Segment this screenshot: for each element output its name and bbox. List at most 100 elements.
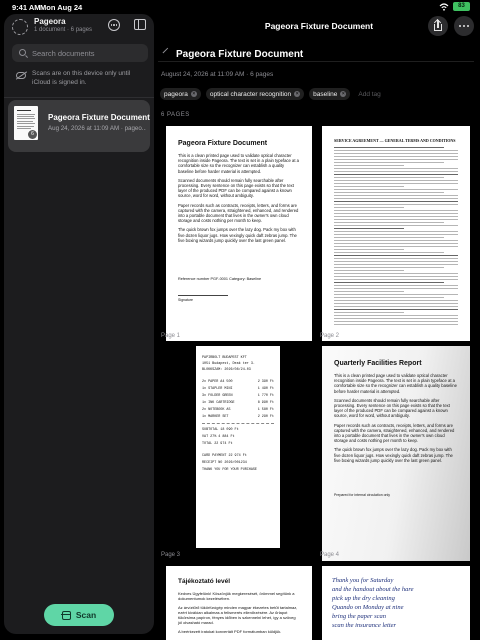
text-line: [334, 288, 458, 289]
page5-heading: Tájékoztató levél: [178, 578, 231, 585]
more-options-icon[interactable]: [108, 19, 120, 31]
remove-tag-icon[interactable]: ×: [294, 91, 301, 97]
search-input[interactable]: [32, 44, 142, 62]
search-field[interactable]: [12, 44, 148, 62]
add-tag-input[interactable]: Add tag: [358, 91, 380, 98]
receipt-item: 2x PAPER A4 500 2 390 Ft: [202, 380, 274, 384]
page-3-label: Page 3: [161, 552, 181, 558]
tag-chip[interactable]: optical character recognition ×: [205, 88, 305, 100]
title-field[interactable]: Pageora Fixture Document: [158, 46, 474, 62]
sidebar-header: Pageora 1 document · 6 pages: [4, 14, 154, 38]
text-line: [334, 237, 444, 238]
page-1-thumbnail[interactable]: Pageora Fixture Document This is a clean…: [166, 126, 312, 341]
tag-label: baseline: [313, 90, 338, 98]
receipt-total: TOTAL 22 974 Ft: [202, 442, 233, 446]
page4-para4: The quick brown fox jumps over the lazy …: [334, 447, 453, 463]
text-line: [334, 210, 458, 211]
receipt-item-price: 8 990 Ft: [257, 401, 274, 405]
document-detail: Pageora Fixture Document Pageora Fixture…: [158, 14, 480, 640]
text-line: [334, 309, 458, 310]
text-line: [334, 216, 458, 217]
sidebar: Pageora 1 document · 6 pages Scans are o…: [4, 14, 154, 634]
page-5-thumbnail[interactable]: Tájékoztató levél Kedves Ügyfelünk! Kösz…: [166, 566, 312, 640]
scan-icon: [60, 610, 71, 620]
text-line: [334, 171, 458, 172]
sidebar-title: Pageora: [34, 17, 66, 26]
receipt-items: 2x PAPER A4 500 2 390 Ft 1x STAPLER MINI 1 …: [202, 380, 274, 419]
text-line: [334, 240, 458, 241]
tag-chip[interactable]: pageora ×: [160, 88, 201, 100]
text-line: [334, 258, 458, 259]
text-line: [334, 228, 404, 229]
page1-para2: Scanned documents should remain fully se…: [178, 177, 294, 199]
page-2-thumbnail[interactable]: SERVICE AGREEMENT — GENERAL TERMS AND CO…: [322, 126, 470, 341]
remove-tag-icon[interactable]: ×: [340, 91, 347, 97]
sidebar-divider: [4, 97, 154, 98]
handwritten-line: pick up the dry cleaning: [332, 595, 395, 602]
text-line: [334, 159, 458, 160]
tag-label: optical character recognition: [209, 90, 292, 98]
wifi-icon: [439, 2, 449, 11]
receipt-item-name: 1x MARKER SET: [202, 415, 229, 419]
text-line: [334, 234, 458, 235]
handwritten-line: Thank you for Saturday: [332, 577, 394, 584]
page-3-thumbnail[interactable]: PAPIRBOLT BUDAPEST KFT 1051 Budapest, De…: [196, 346, 280, 548]
search-icon: [19, 49, 26, 56]
receipt-number: RECEIPT NO 2026/001234: [202, 461, 247, 465]
text-line: [334, 264, 458, 265]
status-date: Mon Aug 24: [40, 3, 83, 12]
receipt-item: 2x NOTEBOOK A5 1 580 Ft: [202, 408, 274, 412]
scan-button[interactable]: Scan: [44, 604, 114, 626]
page4-para3: Paper records such as contracts, receipt…: [334, 422, 455, 444]
receipt-address: 1051 Budapest, Deak ter 3.: [202, 362, 255, 366]
text-line: [334, 204, 458, 205]
more-button[interactable]: [454, 16, 474, 36]
page1-para3: Paper records such as contracts, receipt…: [178, 202, 299, 224]
receipt-item-name: 2x NOTEBOOK A5: [202, 408, 231, 412]
sidebar-toggle-icon[interactable]: [134, 19, 146, 30]
document-list-item[interactable]: 6 Pageora Fixture Document Aug 24, 2026 …: [8, 100, 150, 152]
page2-text-block: [334, 147, 458, 332]
text-line: [334, 207, 404, 208]
text-line: [334, 279, 458, 280]
text-line: [334, 231, 458, 232]
page-1-label: Page 1: [161, 333, 181, 339]
receipt-store: PAPIRBOLT BUDAPEST KFT: [202, 356, 247, 360]
page-4-thumbnail[interactable]: Quarterly Facilities Report This is a cl…: [322, 346, 470, 561]
receipt-payment: CARD PAYMENT 22 974 Ft: [202, 454, 247, 458]
text-line: [334, 276, 458, 277]
tag-chip[interactable]: baseline ×: [309, 88, 351, 100]
document-title[interactable]: Pageora Fixture Document: [176, 49, 303, 60]
text-line: [334, 267, 444, 268]
document-meta: Aug 24, 2026 at 11:09 AM · pageo...: [48, 125, 146, 132]
text-line: [334, 255, 458, 256]
tag-label: pageora: [164, 90, 188, 98]
text-line: [334, 195, 458, 196]
text-line: [334, 285, 458, 286]
battery-icon: 83: [453, 2, 470, 11]
remove-tag-icon[interactable]: ×: [190, 91, 197, 97]
text-line: [334, 249, 404, 250]
text-line: [334, 201, 458, 202]
receipt-item-price: 1 580 Ft: [257, 408, 274, 412]
text-line: [334, 273, 458, 274]
receipt-item-name: 2x PAPER A4 500: [202, 380, 233, 384]
share-button[interactable]: [428, 16, 448, 36]
text-line: [334, 192, 444, 193]
text-line: [334, 297, 444, 298]
page-count-badge: 6: [28, 130, 37, 139]
text-line: [334, 261, 458, 262]
page1-para1: This is a clean printed page used to val…: [178, 153, 299, 174]
handwritten-notes: Thank you for Saturday and the handout ab…: [332, 576, 460, 630]
text-line: [334, 324, 458, 325]
pages-heading: 6 PAGES: [161, 112, 190, 118]
text-line: [334, 186, 404, 187]
icloud-notice: Scans are on this device only until iClo…: [16, 70, 146, 87]
text-line: [334, 177, 444, 178]
receipt-subtotal: SUBTOTAL 18 090 Ft: [202, 428, 239, 432]
handwritten-line: Quando on Monday at nine: [332, 604, 404, 611]
page-6-thumbnail[interactable]: Thank you for Saturday and the handout ab…: [322, 566, 470, 640]
gear-icon[interactable]: [12, 19, 28, 35]
page1-reference: Reference number PGF-0001 Category: Base…: [178, 277, 262, 282]
text-line: [334, 243, 458, 244]
